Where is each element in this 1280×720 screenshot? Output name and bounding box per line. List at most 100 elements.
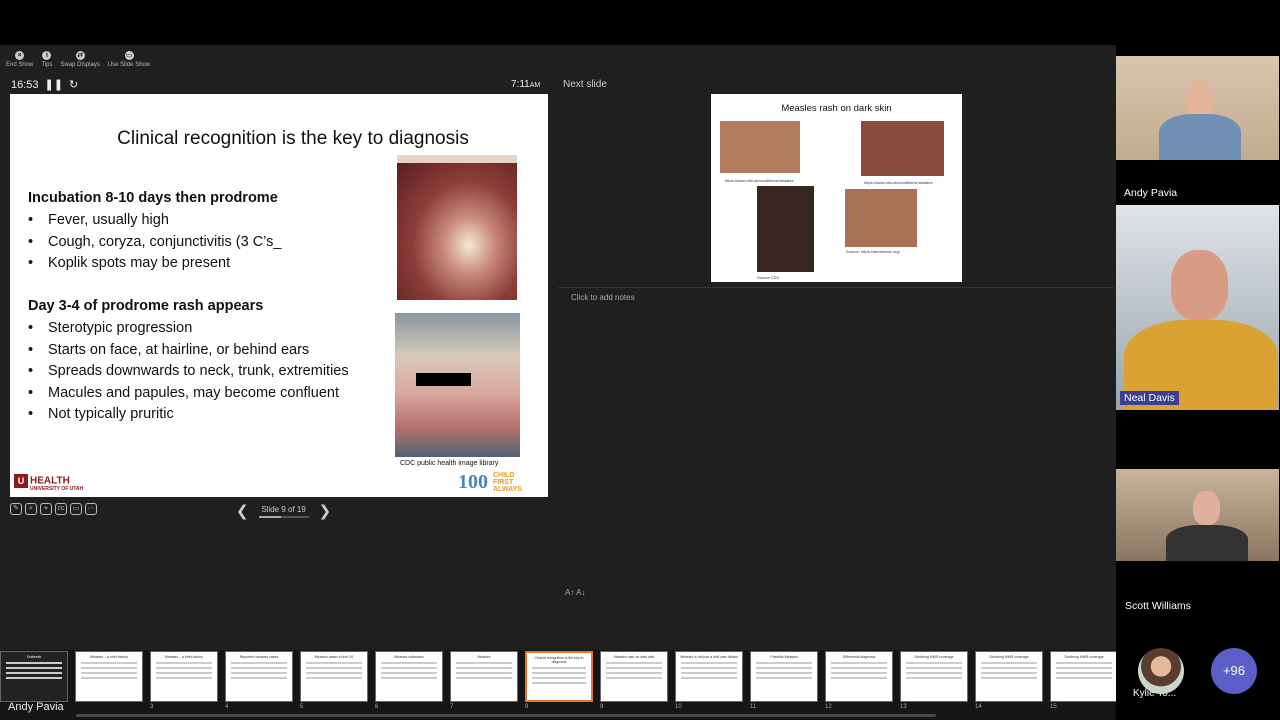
section-heading: Incubation 8-10 days then prodrome bbox=[28, 190, 278, 206]
thumbnail-title: Possible Measles bbox=[770, 655, 798, 659]
tips-button[interactable]: i Tips bbox=[41, 51, 52, 68]
slide-thumbnail[interactable]: Outbreak bbox=[0, 651, 68, 702]
thumbnail-number: 12 bbox=[825, 704, 832, 710]
participant-avatar[interactable] bbox=[1138, 648, 1184, 694]
pointer-icon[interactable]: ⌖ bbox=[40, 503, 52, 515]
child-first-logo: 100 CHILD FIRST ALWAYS bbox=[458, 470, 522, 493]
next-slide-label: Next slide bbox=[563, 79, 607, 90]
more-options-icon[interactable]: ⋯ bbox=[85, 503, 97, 515]
thumbnail-title: Differential diagnosis bbox=[842, 655, 876, 659]
notes-field[interactable]: Click to add notes bbox=[571, 293, 635, 302]
next-slide-preview[interactable]: Measles rash on dark skin https://www.nh… bbox=[711, 94, 962, 282]
font-size-controls[interactable]: A↑ A↓ bbox=[565, 588, 585, 597]
thumbnail-number: 14 bbox=[975, 704, 982, 710]
thumbnail-number: 4 bbox=[225, 704, 229, 710]
thumbnail-number: 3 bbox=[150, 704, 154, 710]
slide-tools: ✎ ⌕ ⌖ cc ▭ ⋯ bbox=[10, 503, 97, 515]
thumbnail-scrollbar[interactable] bbox=[76, 714, 936, 717]
slide-thumbnail[interactable]: Measles is not just a mild rash illness bbox=[675, 651, 743, 702]
thumbnail-title: Declining MMR coverage bbox=[989, 655, 1029, 659]
slide-thumbnail-strip: Outbreak Measles – a brief history 3 Measle… bbox=[0, 650, 1132, 720]
thumbnail-number: 15 bbox=[1050, 704, 1057, 710]
presenter-toolbar: × End Show i Tips ⇄ Swap Displays ▭ Use Slid… bbox=[6, 51, 150, 68]
thumbnail-title: Clinical recognition is the key to diagn… bbox=[534, 656, 584, 664]
slide-thumbnail[interactable]: Measles outbreaks bbox=[375, 651, 443, 702]
bullet-item: Cough, coryza, conjunctivitis (3 C’s_ bbox=[28, 232, 388, 254]
bullet-item: Starts on face, at hairline, or behind e… bbox=[28, 340, 358, 362]
bullet-item: Fever, usually high bbox=[28, 210, 388, 232]
thumbnail-title: Outbreak bbox=[26, 655, 42, 659]
slideshow-icon: ▭ bbox=[124, 51, 134, 60]
end-show-button[interactable]: × End Show bbox=[6, 51, 33, 68]
thumbnail-title: Declining MMR coverage bbox=[1064, 655, 1104, 659]
slide-thumbnail[interactable]: Declining MMR coverage bbox=[1050, 651, 1118, 702]
top-bar bbox=[0, 0, 1280, 45]
bullet-item: Koplik spots may be present bbox=[28, 253, 388, 275]
thumbnail-title: Measles cases in the US bbox=[314, 655, 354, 659]
slide-thumbnail[interactable]: Measles cases in the US bbox=[300, 651, 368, 702]
presenter-view: × End Show i Tips ⇄ Swap Displays ▭ Use Slid… bbox=[0, 45, 1132, 720]
slide-title: Clinical recognition is the key to diagn… bbox=[117, 128, 469, 149]
thumbnail-title: Reported measles cases bbox=[239, 655, 279, 659]
slide-navigator: ❮ Slide 9 of 19 ❯ bbox=[236, 502, 331, 520]
participant-video[interactable] bbox=[1116, 56, 1279, 160]
rash-photo bbox=[861, 121, 944, 176]
more-participants-button[interactable]: +96 bbox=[1211, 648, 1257, 694]
thumbnail-number: 6 bbox=[375, 704, 379, 710]
info-icon: i bbox=[42, 51, 52, 60]
current-slide: Clinical recognition is the key to diagn… bbox=[10, 94, 548, 497]
thumbnail-title: Measles rash on dark skin bbox=[613, 655, 655, 659]
participant-video[interactable] bbox=[1116, 469, 1279, 561]
rash-photo bbox=[757, 186, 814, 272]
bullet-list: Sterotypic progression Starts on face, a… bbox=[28, 318, 358, 426]
slide-thumbnail[interactable]: Clinical recognition is the key to diagn… bbox=[525, 651, 593, 702]
subtitles-icon[interactable]: cc bbox=[55, 503, 67, 515]
rash-photo bbox=[720, 121, 800, 173]
next-slide-title: Measles rash on dark skin bbox=[781, 103, 892, 114]
close-icon: × bbox=[15, 51, 25, 60]
section-heading: Day 3-4 of prodrome rash appears bbox=[28, 298, 264, 314]
participant-gallery: Andy Pavia Neal Davis Scott Williams Kyl… bbox=[1116, 45, 1280, 720]
current-time: 7:11AM bbox=[511, 79, 541, 90]
thumbnail-title: Measles outbreaks bbox=[394, 655, 424, 659]
rash-photo bbox=[845, 189, 917, 247]
bullet-item: Not typically pruritic bbox=[28, 404, 358, 426]
next-slide-icon[interactable]: ❯ bbox=[319, 502, 332, 520]
thumbnail-number: 11 bbox=[750, 704, 757, 710]
slide-counter: Slide 9 of 19 bbox=[261, 504, 306, 514]
thumbnail-title: Measles – a brief history bbox=[90, 655, 128, 659]
participant-name: Neal Davis bbox=[1120, 391, 1179, 405]
slide-thumbnail[interactable]: Declining MMR coverage bbox=[900, 651, 968, 702]
participant-name: Andy Pavia bbox=[1124, 187, 1178, 199]
slide-thumbnail[interactable]: Measles – a brief history bbox=[75, 651, 143, 702]
participant-video[interactable] bbox=[1116, 205, 1279, 410]
u-health-logo: U HEALTH UNIVERSITY OF UTAH bbox=[14, 474, 83, 492]
slide-thumbnail[interactable]: Declining MMR coverage bbox=[975, 651, 1043, 702]
swap-displays-button[interactable]: ⇄ Swap Displays bbox=[60, 51, 100, 68]
camera-icon[interactable]: ▭ bbox=[70, 503, 82, 515]
pen-icon[interactable]: ✎ bbox=[10, 503, 22, 515]
slide-thumbnail[interactable]: Measles rash on dark skin bbox=[600, 651, 668, 702]
thumbnail-number: 13 bbox=[900, 704, 907, 710]
slide-thumbnail[interactable]: Differential diagnosis bbox=[825, 651, 893, 702]
thumbnail-title: Measles – a brief history bbox=[165, 655, 203, 659]
slide-thumbnail[interactable]: Possible Measles bbox=[750, 651, 818, 702]
thumbnail-number: 8 bbox=[525, 704, 529, 710]
thumbnail-title: Declining MMR coverage bbox=[914, 655, 954, 659]
thumbnail-title: Measles bbox=[477, 655, 491, 659]
slide-thumbnail[interactable]: Measles – a brief history bbox=[150, 651, 218, 702]
slide-thumbnail[interactable]: Measles bbox=[450, 651, 518, 702]
bullet-item: Spreads downwards to neck, trunk, extrem… bbox=[28, 361, 358, 383]
bullet-list: Fever, usually high Cough, coryza, conju… bbox=[28, 210, 388, 275]
thumbnail-title: Measles is not just a mild rash illness bbox=[680, 655, 738, 659]
elapsed-timer: 16:53 ❚❚ ↻ bbox=[11, 78, 79, 92]
pause-icon[interactable]: ❚❚ bbox=[45, 78, 63, 91]
reset-timer-icon[interactable]: ↻ bbox=[69, 78, 78, 91]
zoom-icon[interactable]: ⌕ bbox=[25, 503, 37, 515]
notes-divider bbox=[558, 287, 1114, 288]
child-rash-photo bbox=[395, 313, 520, 457]
slide-thumbnail[interactable]: Reported measles cases bbox=[225, 651, 293, 702]
use-slide-show-button[interactable]: ▭ Use Slide Show bbox=[108, 51, 150, 68]
previous-slide-icon[interactable]: ❮ bbox=[236, 502, 249, 520]
bullet-item: Macules and papules, may become confluen… bbox=[28, 383, 358, 405]
